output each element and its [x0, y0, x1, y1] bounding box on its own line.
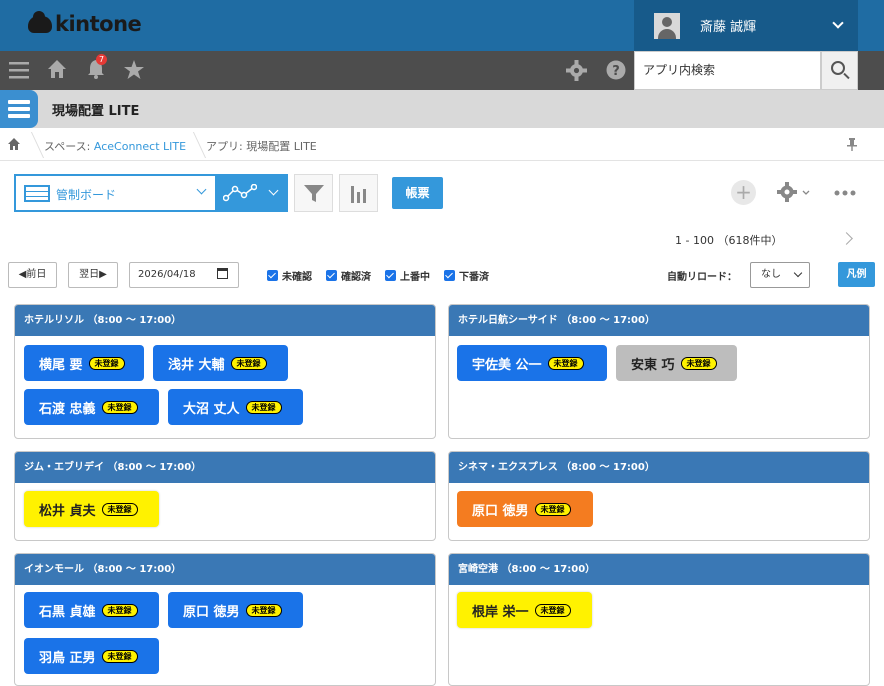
status-badge: 未登録	[101, 502, 138, 516]
site-card: 宮崎空港 （8:00 ～ 17:00） 根岸 栄一 未登録	[448, 553, 870, 686]
app-list-icon[interactable]	[0, 90, 38, 128]
status-badge: 未登録	[245, 603, 282, 617]
status-badge: 未登録	[534, 603, 571, 617]
filter-off-duty-checkbox[interactable]: 下番済	[444, 268, 489, 283]
more-options-icon[interactable]	[834, 190, 856, 196]
user-name: 斎藤 誠輝	[700, 20, 757, 35]
print-report-button[interactable]: 帳票	[392, 177, 443, 209]
checkbox-checked-icon[interactable]	[267, 270, 278, 281]
next-day-button[interactable]: 翌日▶	[68, 262, 118, 288]
status-badge: 未登録	[101, 400, 138, 414]
checkbox-checked-icon[interactable]	[385, 270, 396, 281]
logo-cloud-icon	[28, 10, 52, 33]
site-card: イオンモール （8:00 ～ 17:00） 石黒 貞雄 未登録 原口 徳男 未登録 …	[14, 553, 436, 686]
filter-confirmed-checkbox[interactable]: 確認済	[326, 268, 371, 283]
status-badge: 未登録	[101, 649, 138, 663]
checkbox-checked-icon[interactable]	[444, 270, 455, 281]
site-header: イオンモール （8:00 ～ 17:00）	[15, 554, 435, 585]
auto-reload-select[interactable]: なし	[750, 262, 810, 288]
filter-unconfirmed-checkbox[interactable]: 未確認	[267, 268, 312, 283]
app-settings-gear-icon[interactable]	[777, 182, 811, 204]
notification-badge: 7	[96, 54, 108, 65]
status-badge: 未登録	[101, 603, 138, 617]
status-badge: 未登録	[547, 356, 584, 370]
prev-day-button[interactable]: ◀前日	[8, 262, 57, 288]
user-avatar-icon	[654, 12, 680, 39]
breadcrumb: スペース: AceConnect LITE アプリ: 現場配置 LITE	[0, 128, 884, 161]
help-icon[interactable]: ?	[606, 60, 626, 80]
staff-chip[interactable]: 安東 巧未登録	[616, 345, 737, 381]
record-count: 1 - 100 （618件中）	[675, 234, 783, 247]
site-card: ホテルリソル （8:00 ～ 17:00） 横尾 要未登録 浅井 大輔 未登録 石…	[14, 304, 436, 439]
graph-line-icon	[223, 184, 257, 202]
staff-chip[interactable]: 横尾 要未登録	[24, 345, 144, 381]
logo-text: kintone	[55, 12, 142, 36]
auto-reload-label: 自動リロード：	[667, 272, 737, 283]
calendar-icon[interactable]	[217, 268, 228, 279]
table-view-icon	[24, 185, 50, 202]
status-badge: 未登録	[230, 356, 267, 370]
site-card: シネマ・エクスプレス （8:00 ～ 17:00） 原口 徳男 未登録	[448, 451, 870, 541]
staff-chip[interactable]: 宇佐美 公一 未登録	[457, 345, 607, 381]
status-badge: 未登録	[88, 356, 125, 370]
user-menu[interactable]: 斎藤 誠輝	[634, 0, 858, 51]
top-bar: kintone 斎藤 誠輝	[0, 0, 884, 51]
app-title: 現場配置 LITE	[52, 104, 140, 119]
add-record-button[interactable]: +	[731, 180, 756, 205]
site-header: シネマ・エクスプレス （8:00 ～ 17:00）	[449, 452, 869, 483]
filter-on-duty-checkbox[interactable]: 上番中	[385, 268, 430, 283]
staff-chip[interactable]: 石黒 貞雄 未登録	[24, 592, 159, 628]
chevron-down-icon	[268, 185, 279, 196]
kintone-logo[interactable]: kintone	[28, 10, 142, 36]
next-page-icon[interactable]	[840, 232, 853, 245]
pin-icon[interactable]	[847, 138, 857, 151]
menu-icon[interactable]	[9, 61, 29, 79]
view-name: 管制ボード	[56, 188, 117, 202]
breadcrumb-app: アプリ: 現場配置 LITE	[206, 140, 317, 153]
favorite-star-icon[interactable]	[123, 60, 145, 80]
staff-chip[interactable]: 根岸 栄一 未登録	[457, 592, 592, 628]
status-badge: 未登録	[245, 400, 282, 414]
svg-text:?: ?	[612, 64, 620, 79]
breadcrumb-space[interactable]: スペース: AceConnect LITE	[44, 138, 186, 154]
chevron-down-icon	[832, 17, 844, 29]
search-button[interactable]	[821, 51, 858, 90]
site-header: ジム・エブリデイ （8:00 ～ 17:00）	[15, 452, 435, 483]
checkbox-checked-icon[interactable]	[326, 270, 337, 281]
filter-button[interactable]	[294, 174, 333, 212]
staff-chip[interactable]: 松井 貞夫 未登録	[24, 491, 159, 527]
breadcrumb-home-icon[interactable]	[8, 138, 20, 150]
site-card: ジム・エブリデイ （8:00 ～ 17:00） 松井 貞夫 未登録	[14, 451, 436, 541]
status-badge: 未登録	[534, 502, 571, 516]
app-search-input[interactable]: アプリ内検索	[634, 51, 821, 90]
app-header: 現場配置 LITE	[0, 90, 884, 128]
chart-button[interactable]	[339, 174, 378, 212]
staff-chip[interactable]: 石渡 忠義 未登録	[24, 389, 159, 425]
chevron-down-icon	[196, 184, 207, 195]
site-header: ホテル日航シーサイド （8:00 ～ 17:00）	[449, 305, 869, 336]
bar-chart-icon	[351, 186, 366, 203]
status-badge: 未登録	[680, 356, 717, 370]
space-link[interactable]: AceConnect LITE	[94, 140, 186, 153]
legend-button[interactable]: 凡例	[838, 262, 875, 287]
site-header: ホテルリソル （8:00 ～ 17:00）	[15, 305, 435, 336]
staff-chip[interactable]: 原口 徳男 未登録	[168, 592, 303, 628]
settings-gear-icon[interactable]	[566, 60, 587, 81]
filter-funnel-icon	[304, 185, 324, 202]
staff-chip[interactable]: 羽鳥 正男 未登録	[24, 638, 159, 674]
home-icon[interactable]	[47, 59, 67, 79]
site-header: 宮崎空港 （8:00 ～ 17:00）	[449, 554, 869, 585]
graph-selector-button[interactable]	[215, 176, 288, 210]
site-card: ホテル日航シーサイド （8:00 ～ 17:00） 宇佐美 公一 未登録 安東 巧…	[448, 304, 870, 439]
view-selector[interactable]: 管制ボード	[14, 174, 288, 212]
staff-chip[interactable]: 大沼 丈人 未登録	[168, 389, 303, 425]
staff-chip[interactable]: 浅井 大輔 未登録	[153, 345, 288, 381]
staff-chip[interactable]: 原口 徳男 未登録	[457, 491, 593, 527]
